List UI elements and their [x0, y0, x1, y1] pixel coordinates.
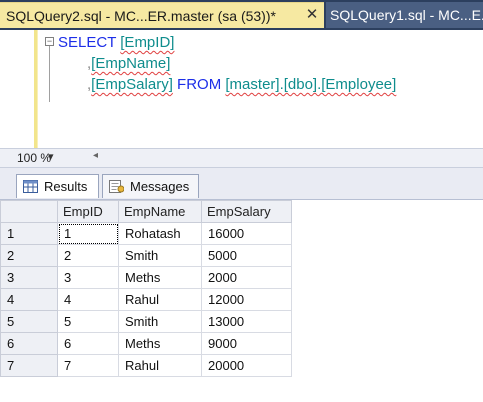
row-number[interactable]: 3 [0, 266, 58, 289]
cell-empname[interactable]: Smith [118, 244, 202, 267]
outline-guide [49, 46, 50, 102]
cell-empsalary[interactable]: 5000 [201, 244, 292, 267]
tab-sqlquery2-title: SQLQuery2.sql - MC...ER.master (sa (53))… [6, 7, 276, 24]
table-row[interactable]: 6 6 Meths 9000 [0, 332, 292, 355]
grid-icon [23, 180, 38, 193]
collapse-icon[interactable]: − [45, 37, 54, 46]
table-row[interactable]: 5 5 Smith 13000 [0, 310, 292, 333]
column-empname: [EmpName] [91, 55, 171, 72]
chevron-down-icon[interactable]: ▾ [48, 150, 54, 163]
cell-empsalary[interactable]: 12000 [201, 288, 292, 311]
cell-empid[interactable]: 6 [57, 332, 119, 355]
table-row[interactable]: 4 4 Rahul 12000 [0, 288, 292, 311]
tab-results[interactable]: Results [16, 174, 99, 198]
header-row: EmpID EmpName EmpSalary [0, 200, 292, 223]
zoom-level[interactable]: 100 % [17, 151, 51, 165]
code-line-3: ,[EmpSalary] FROM [master].[dbo].[Employ… [87, 76, 396, 93]
cell-empname[interactable]: Rahul [118, 288, 202, 311]
messages-icon [109, 180, 125, 193]
cell-empsalary[interactable]: 13000 [201, 310, 292, 333]
column-empid: [EmpID] [120, 34, 175, 51]
table-employee: [master].[dbo].[Employee] [225, 76, 397, 93]
scroll-left-icon[interactable]: ◂ [93, 150, 98, 161]
cell-empid[interactable]: 7 [57, 354, 119, 377]
cell-empid[interactable]: 4 [57, 288, 119, 311]
results-table: EmpID EmpName EmpSalary 1 1 Rohatash 16000 2… [0, 200, 292, 377]
column-header-empid[interactable]: EmpID [57, 200, 119, 223]
results-tab-strip: Results Messages [0, 168, 483, 200]
close-icon[interactable]: ✕ [304, 7, 320, 23]
column-header-empsalary[interactable]: EmpSalary [201, 200, 292, 223]
cell-empsalary[interactable]: 9000 [201, 332, 292, 355]
tab-messages[interactable]: Messages [102, 174, 199, 198]
keyword-select: SELECT [58, 34, 117, 51]
row-number[interactable]: 1 [0, 222, 58, 245]
query-editor[interactable]: − SELECT [EmpID] ,[EmpName] ,[EmpSalary]… [0, 30, 483, 148]
table-row[interactable]: 1 1 Rohatash 16000 [0, 222, 292, 245]
change-indicator-bar-light [37, 30, 38, 148]
cell-empname[interactable]: Meths [118, 332, 202, 355]
cell-empid[interactable]: 3 [57, 266, 119, 289]
cell-empid[interactable]: 1 [57, 222, 119, 245]
table-row[interactable]: 7 7 Rahul 20000 [0, 354, 292, 377]
column-empsalary: [EmpSalary] [91, 76, 173, 93]
zoom-bar: 100 % ▾ ◂ [0, 148, 483, 168]
column-header-empname[interactable]: EmpName [118, 200, 202, 223]
code-line-1: SELECT [EmpID] [58, 34, 174, 51]
code-line-2: ,[EmpName] [87, 55, 170, 72]
tab-results-label: Results [44, 179, 88, 194]
cell-empname[interactable]: Rohatash [118, 222, 202, 245]
table-row[interactable]: 2 2 Smith 5000 [0, 244, 292, 267]
results-grid: EmpID EmpName EmpSalary 1 1 Rohatash 16000 2… [0, 200, 483, 402]
cell-empname[interactable]: Meths [118, 266, 202, 289]
tab-sqlquery2[interactable]: SQLQuery2.sql - MC...ER.master (sa (53))… [0, 2, 324, 28]
row-number[interactable]: 5 [0, 310, 58, 333]
row-number[interactable]: 4 [0, 288, 58, 311]
cell-empid[interactable]: 2 [57, 244, 119, 267]
cell-empname[interactable]: Rahul [118, 354, 202, 377]
table-row[interactable]: 3 3 Meths 2000 [0, 266, 292, 289]
tab-messages-label: Messages [130, 179, 190, 194]
row-number[interactable]: 6 [0, 332, 58, 355]
row-number[interactable]: 2 [0, 244, 58, 267]
cell-empsalary[interactable]: 2000 [201, 266, 292, 289]
tab-sqlquery1[interactable]: SQLQuery1.sql - MC...E... [326, 2, 483, 28]
keyword-from: FROM [177, 76, 222, 93]
document-tab-strip: SQLQuery2.sql - MC...ER.master (sa (53))… [0, 0, 483, 30]
corner-cell[interactable] [0, 200, 58, 223]
cell-empid[interactable]: 5 [57, 310, 119, 333]
row-number[interactable]: 7 [0, 354, 58, 377]
cell-empsalary[interactable]: 20000 [201, 354, 292, 377]
cell-empname[interactable]: Smith [118, 310, 202, 333]
cell-empsalary[interactable]: 16000 [201, 222, 292, 245]
tab-sqlquery1-title: SQLQuery1.sql - MC...E... [330, 7, 483, 23]
